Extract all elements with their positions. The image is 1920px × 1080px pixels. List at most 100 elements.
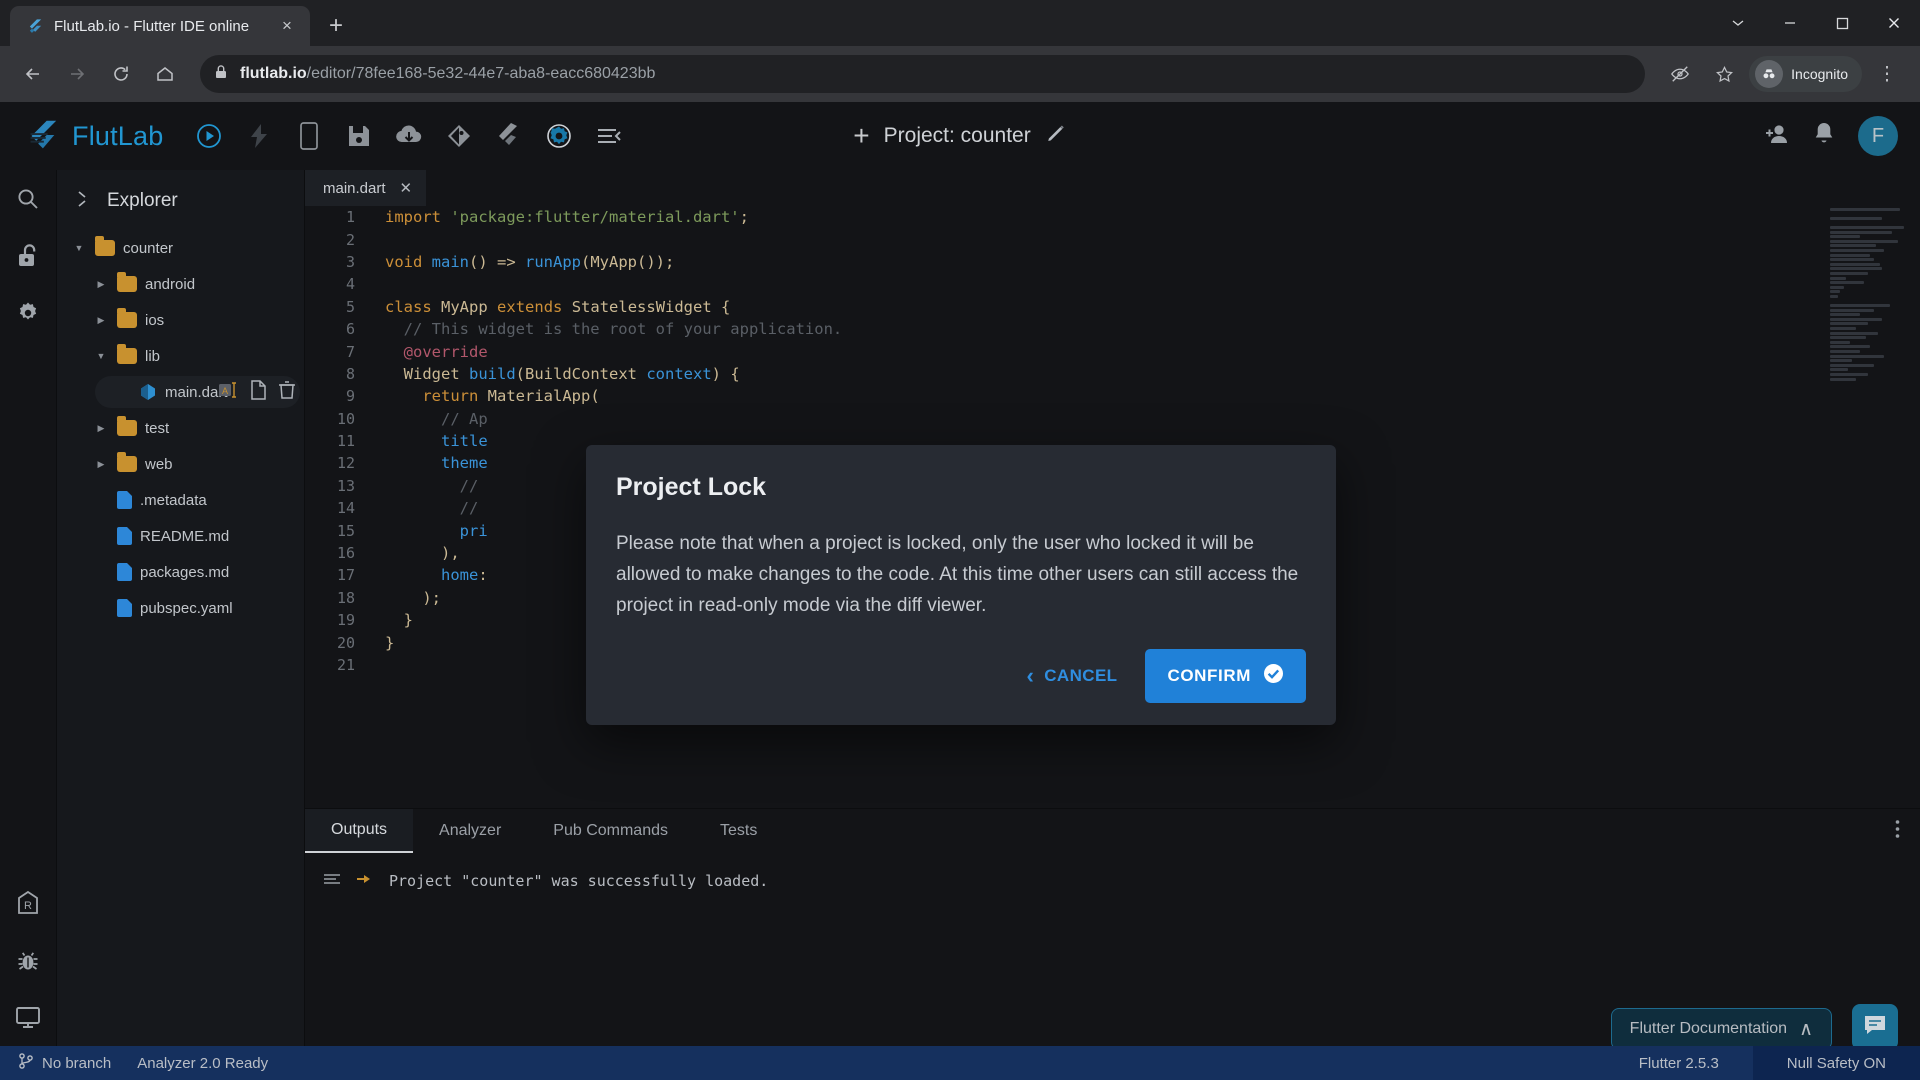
file-icon (117, 527, 132, 545)
kebab-menu-icon[interactable] (1895, 819, 1900, 844)
save-icon[interactable] (339, 116, 379, 156)
panel-tab-pub-commands[interactable]: Pub Commands (527, 809, 694, 853)
release-icon[interactable]: R (0, 875, 57, 932)
minimap-line (1830, 262, 1880, 266)
line-number: 12 (336, 454, 355, 473)
run-icon[interactable] (189, 116, 229, 156)
tree-item-counter[interactable]: ▼ counter (57, 230, 304, 266)
back-button[interactable] (14, 55, 52, 93)
cancel-button[interactable]: ‹ CANCEL (1009, 651, 1136, 701)
flutter-icon[interactable] (489, 116, 529, 156)
address-bar[interactable]: flutlab.io/editor/78fee168-5e32-44e7-aba… (200, 55, 1646, 93)
flutter-documentation-button[interactable]: Flutter Documentation ∧ (1610, 1008, 1832, 1050)
chevron-down-icon[interactable]: ▼ (71, 243, 87, 253)
unlock-icon[interactable] (0, 227, 57, 284)
collapse-icon[interactable] (589, 116, 629, 156)
minimap-line (1830, 304, 1890, 308)
panel-tab-analyzer[interactable]: Analyzer (413, 809, 527, 853)
tree-item-packages-md[interactable]: packages.md (57, 554, 304, 590)
copy-icon[interactable] (250, 380, 268, 404)
hide-tracking-icon[interactable] (1661, 55, 1699, 93)
reload-button[interactable] (102, 55, 140, 93)
chevron-right-icon[interactable]: ▶ (93, 315, 109, 326)
code-text: } (385, 633, 395, 652)
add-user-icon[interactable] (1762, 122, 1790, 151)
tree-item-README-md[interactable]: README.md (57, 518, 304, 554)
minimap-line (1830, 354, 1884, 358)
device-icon[interactable] (289, 116, 329, 156)
editor-tab-main-dart[interactable]: main.dart ✕ (305, 170, 427, 206)
tree-item-lib[interactable]: ▼ lib (57, 338, 304, 374)
panel-tab-outputs[interactable]: Outputs (305, 809, 414, 853)
code-text: } (385, 611, 413, 630)
incognito-indicator[interactable]: Incognito (1749, 56, 1862, 92)
minimap[interactable] (1824, 206, 1920, 808)
gear-icon[interactable] (0, 284, 57, 341)
close-icon[interactable]: ✕ (400, 179, 413, 197)
minimap-line (1830, 327, 1856, 331)
chat-button[interactable] (1852, 1004, 1898, 1050)
minimap-line (1830, 239, 1898, 243)
minimap-line (1830, 336, 1866, 340)
pencil-icon[interactable] (1045, 123, 1067, 150)
search-icon[interactable] (0, 170, 57, 227)
chevron-up-icon: ∧ (1799, 1018, 1813, 1040)
bookmark-star-icon[interactable] (1705, 55, 1743, 93)
tree-item-web[interactable]: ▶ web (57, 446, 304, 482)
file-icon (117, 563, 132, 581)
git-icon[interactable] (439, 116, 479, 156)
close-icon[interactable]: × (274, 13, 300, 39)
minimap-line (1830, 317, 1882, 321)
avatar[interactable]: F (1858, 116, 1898, 156)
panel-tab-tests[interactable]: Tests (694, 809, 783, 853)
monitor-icon[interactable] (0, 989, 57, 1046)
add-project-button[interactable]: + (853, 122, 869, 150)
download-icon[interactable] (389, 116, 429, 156)
line-number: 16 (336, 544, 355, 563)
explorer-title: Explorer (107, 190, 178, 211)
code-text: // (385, 476, 488, 495)
flutlab-logo[interactable]: FlutLab (0, 117, 163, 155)
code-text: void main() => runApp(MyApp()); (385, 252, 675, 271)
status-flutter-version: Flutter 2.5.3 (1604, 1046, 1753, 1080)
bug-icon[interactable] (0, 932, 57, 989)
line-number: 13 (336, 476, 355, 495)
minimap-line (1830, 244, 1876, 248)
delete-icon[interactable] (278, 380, 296, 404)
window-close-button[interactable] (1868, 0, 1920, 46)
chevron-right-icon[interactable]: ▶ (93, 423, 109, 434)
browser-menu-icon[interactable]: ⋮ (1868, 55, 1906, 93)
line-number: 10 (336, 409, 355, 428)
minimap-line (1830, 345, 1870, 349)
tree-item-main-dart[interactable]: main.dart A (57, 374, 304, 410)
tree-item-pubspec-yaml[interactable]: pubspec.yaml (57, 590, 304, 626)
tree-item-test[interactable]: ▶ test (57, 410, 304, 446)
minimap-line (1830, 377, 1856, 381)
chevron-right-icon[interactable]: ▶ (93, 459, 109, 470)
settings-gear-icon[interactable] (539, 116, 579, 156)
tree-item--metadata[interactable]: .metadata (57, 482, 304, 518)
collapse-chevrons-icon[interactable] (75, 189, 93, 214)
tree-item-ios[interactable]: ▶ ios (57, 302, 304, 338)
confirm-button[interactable]: CONFIRM (1145, 649, 1306, 703)
status-branch[interactable]: No branch (18, 1052, 111, 1074)
line-number: 11 (336, 432, 355, 451)
minimize-button[interactable] (1764, 0, 1816, 46)
rename-icon[interactable]: A (218, 382, 240, 402)
new-tab-button[interactable]: + (318, 8, 354, 44)
app-toolbar-tools (189, 116, 629, 156)
tree-item-android[interactable]: ▶ android (57, 266, 304, 302)
home-button[interactable] (146, 55, 184, 93)
browser-tab[interactable]: FlutLab.io - Flutter IDE online × (10, 6, 310, 46)
bell-icon[interactable] (1812, 121, 1836, 152)
chevron-down-icon[interactable] (1712, 0, 1764, 46)
forward-button[interactable] (58, 55, 96, 93)
chevron-right-icon[interactable]: ▶ (93, 279, 109, 290)
project-lock-dialog: Project Lock Please note that when a pro… (586, 445, 1336, 725)
code-line: 5 class MyApp extends StatelessWidget { (305, 296, 1920, 318)
code-line: 10 // Ap (305, 408, 1920, 430)
chevron-down-icon[interactable]: ▼ (93, 351, 109, 361)
url-domain: flutlab.io (240, 65, 307, 82)
hot-reload-icon[interactable] (239, 116, 279, 156)
maximize-button[interactable] (1816, 0, 1868, 46)
